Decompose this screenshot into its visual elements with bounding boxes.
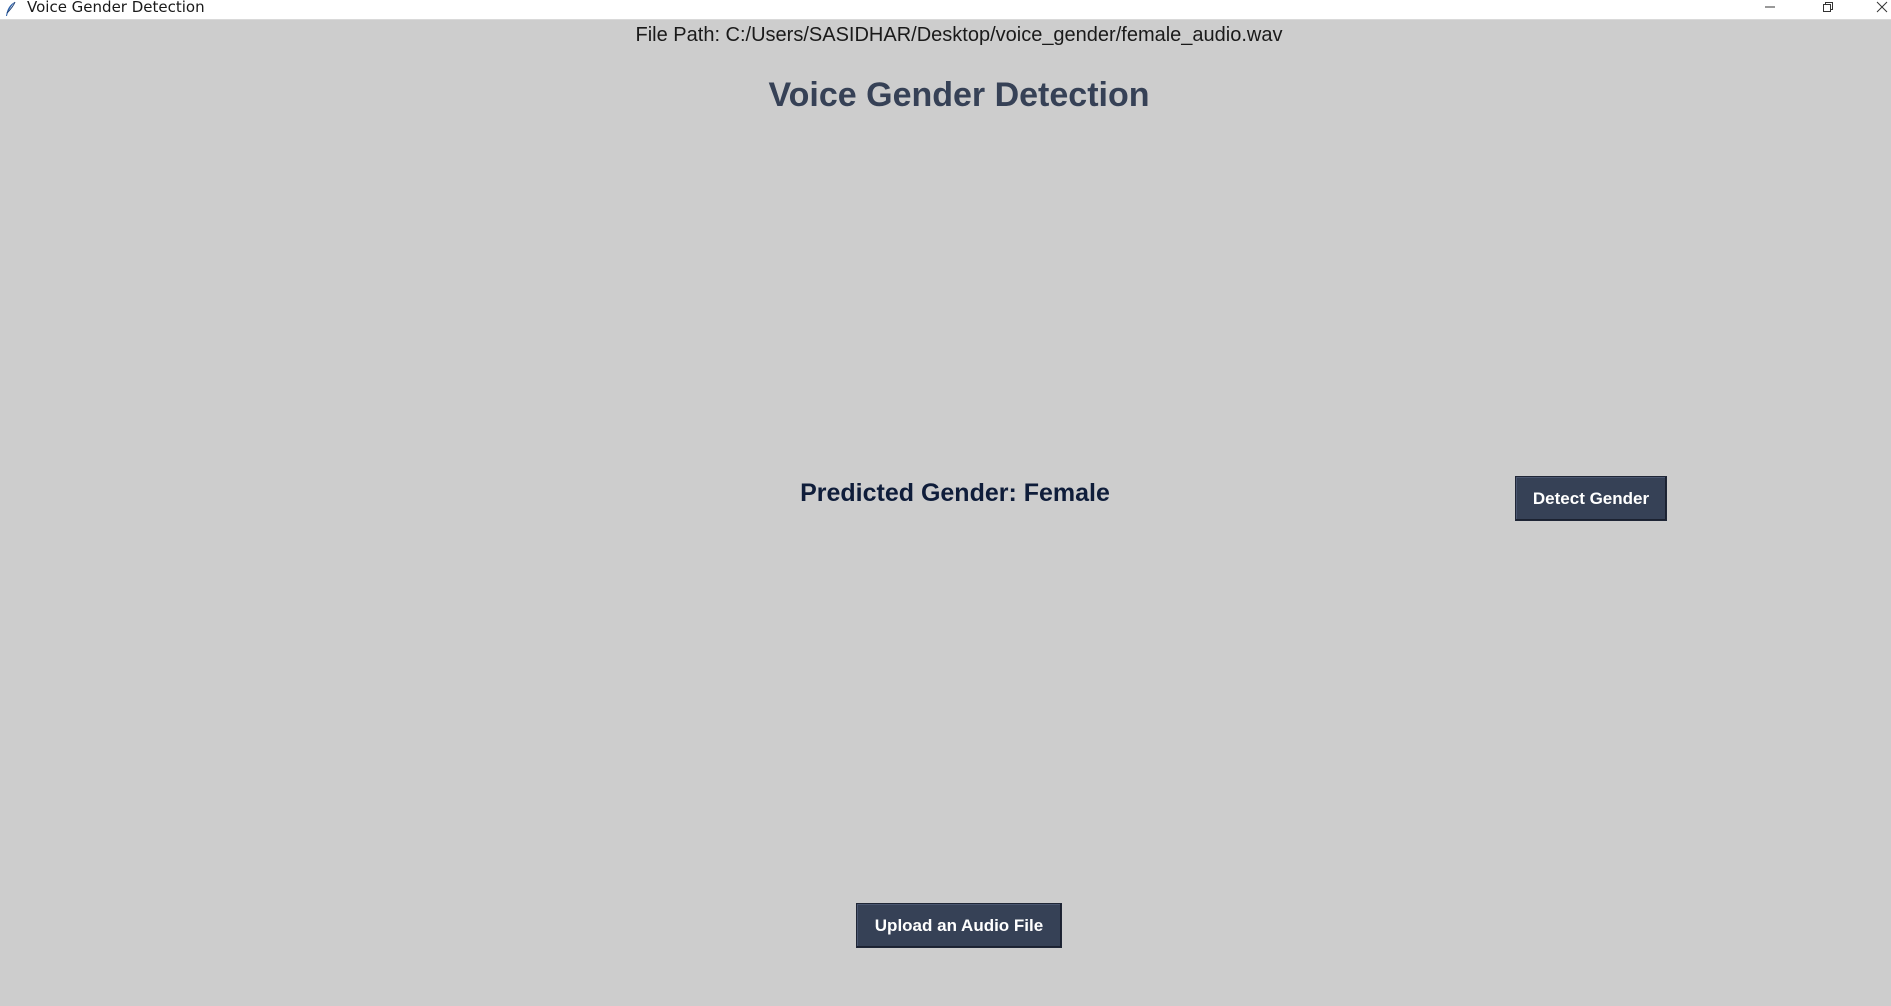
window-title: Voice Gender Detection bbox=[27, 0, 205, 16]
restore-icon[interactable] bbox=[1808, 0, 1848, 14]
file-path-label: File Path: C:/Users/SASIDHAR/Desktop/voi… bbox=[635, 24, 1283, 46]
upload-audio-file-button[interactable]: Upload an Audio File bbox=[856, 903, 1062, 948]
detect-gender-button[interactable]: Detect Gender bbox=[1515, 476, 1667, 521]
close-icon[interactable] bbox=[1862, 0, 1891, 14]
window-titlebar: Voice Gender Detection bbox=[0, 0, 1891, 20]
minimize-icon[interactable] bbox=[1750, 0, 1790, 14]
feather-icon bbox=[4, 1, 18, 16]
page-title: Voice Gender Detection bbox=[768, 76, 1150, 114]
